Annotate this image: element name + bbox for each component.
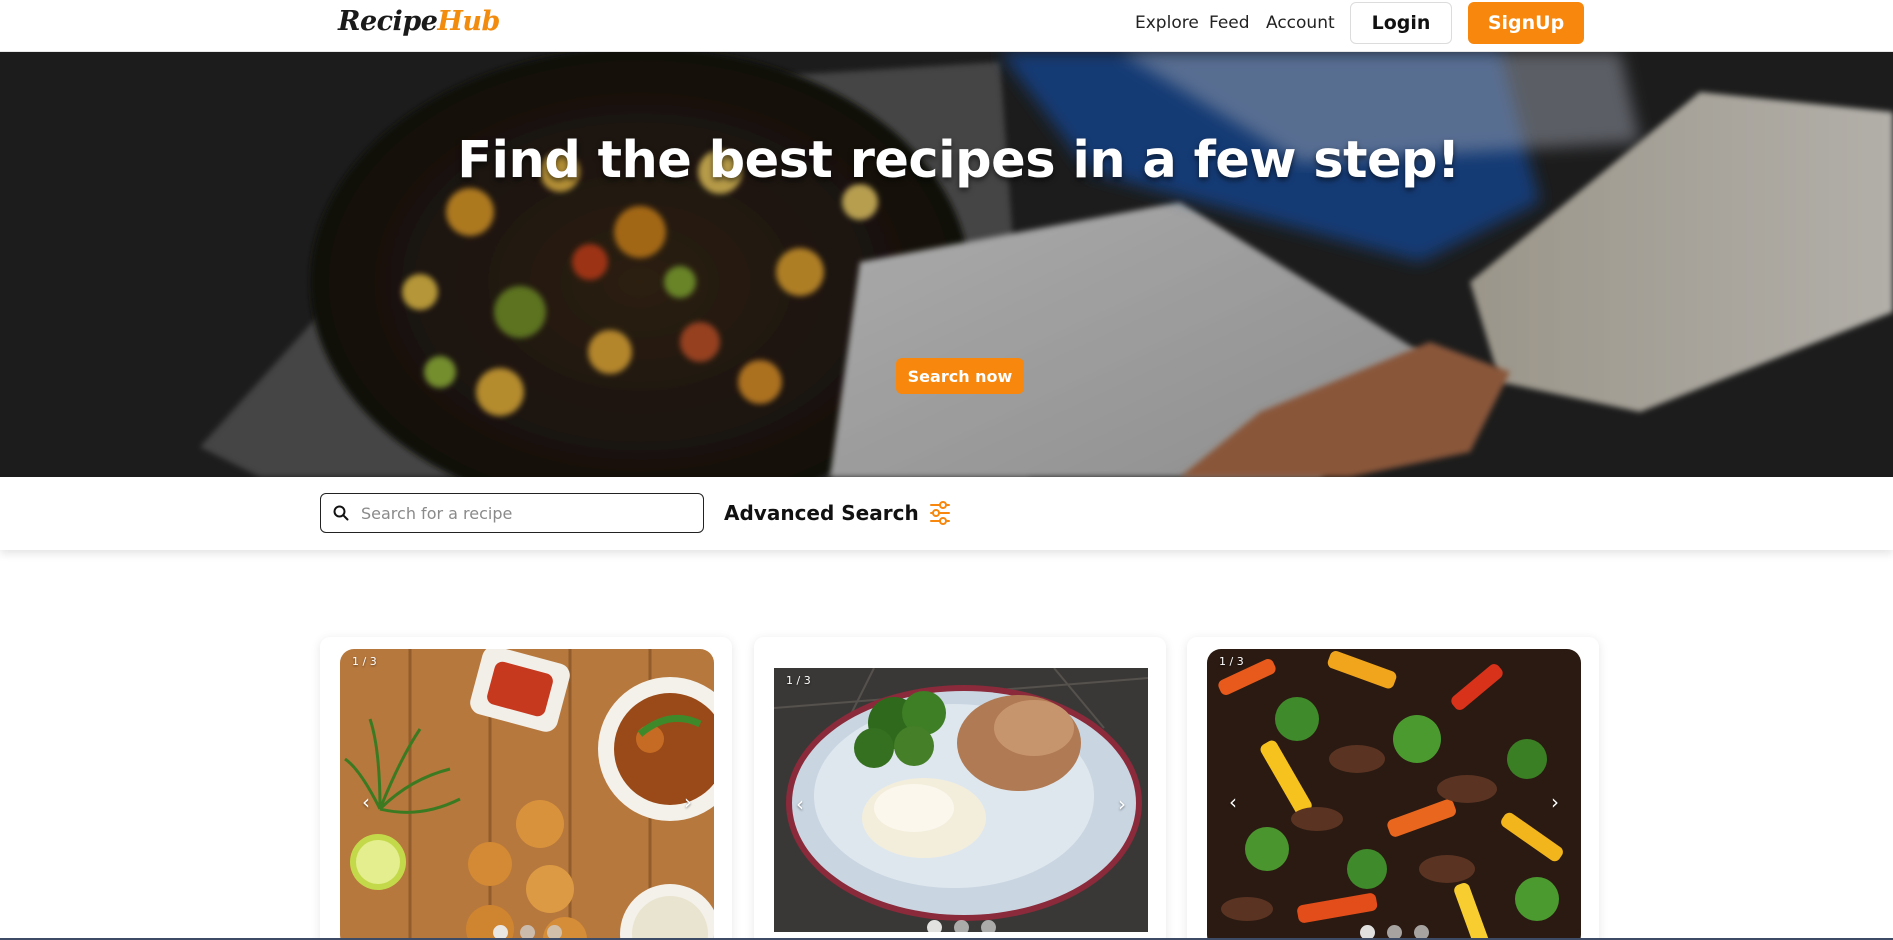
recipe-image <box>340 649 714 940</box>
slide-counter: 1 / 3 <box>786 674 811 687</box>
carousel-next-arrow-icon[interactable]: › <box>680 792 696 812</box>
recipehub-logo[interactable]: RecipeHub <box>338 6 500 37</box>
recipe-image-carousel[interactable]: 1 / 3 ‹ › <box>1207 649 1581 940</box>
carousel-dots <box>774 920 1148 932</box>
carousel-dot[interactable] <box>953 920 969 932</box>
nav-link-feed[interactable]: Feed <box>1209 13 1250 33</box>
carousel-dot[interactable] <box>926 920 942 932</box>
carousel-dot[interactable] <box>980 920 996 932</box>
carousel-prev-arrow-icon[interactable]: ‹ <box>358 792 374 812</box>
search-now-button[interactable]: Search now <box>896 358 1024 394</box>
advanced-search-label[interactable]: Advanced Search <box>724 501 919 525</box>
login-button[interactable]: Login <box>1350 2 1452 44</box>
sliders-icon[interactable] <box>929 501 951 525</box>
hero-title: Find the best recipes in a few step! <box>457 131 1460 190</box>
nav-link-account[interactable]: Account <box>1266 13 1335 33</box>
search-bar-section: Advanced Search <box>0 477 1893 550</box>
carousel-next-arrow-icon[interactable]: › <box>1547 792 1563 812</box>
carousel-prev-arrow-icon[interactable]: ‹ <box>792 794 808 814</box>
slide-counter: 1 / 3 <box>1219 655 1244 668</box>
nav-link-explore[interactable]: Explore <box>1135 13 1199 33</box>
top-navbar: RecipeHub Explore Feed Account Login Sig… <box>0 0 1893 52</box>
search-box[interactable] <box>320 493 704 533</box>
carousel-prev-arrow-icon[interactable]: ‹ <box>1225 792 1241 812</box>
recipe-image <box>774 668 1148 932</box>
recipe-search-input[interactable] <box>361 500 691 526</box>
recipe-image <box>1207 649 1581 940</box>
recipe-card[interactable]: 1 / 3 ‹ › <box>1187 637 1599 940</box>
hero-background-image <box>0 52 1893 477</box>
hero-banner: Find the best recipes in a few step! Sea… <box>0 52 1893 477</box>
logo-text-recipe: Recipe <box>338 6 438 37</box>
signup-button[interactable]: SignUp <box>1468 2 1584 44</box>
recipe-image-carousel[interactable]: 1 / 3 ‹ › <box>774 668 1148 932</box>
recipe-card[interactable]: 1 / 3 ‹ › <box>754 637 1166 940</box>
recipe-card[interactable]: 1 / 3 ‹ › <box>320 637 732 940</box>
slide-counter: 1 / 3 <box>352 655 377 668</box>
logo-text-hub: Hub <box>437 6 500 37</box>
carousel-next-arrow-icon[interactable]: › <box>1114 794 1130 814</box>
recipe-image-carousel[interactable]: 1 / 3 ‹ › <box>340 649 714 940</box>
search-icon <box>333 505 349 521</box>
